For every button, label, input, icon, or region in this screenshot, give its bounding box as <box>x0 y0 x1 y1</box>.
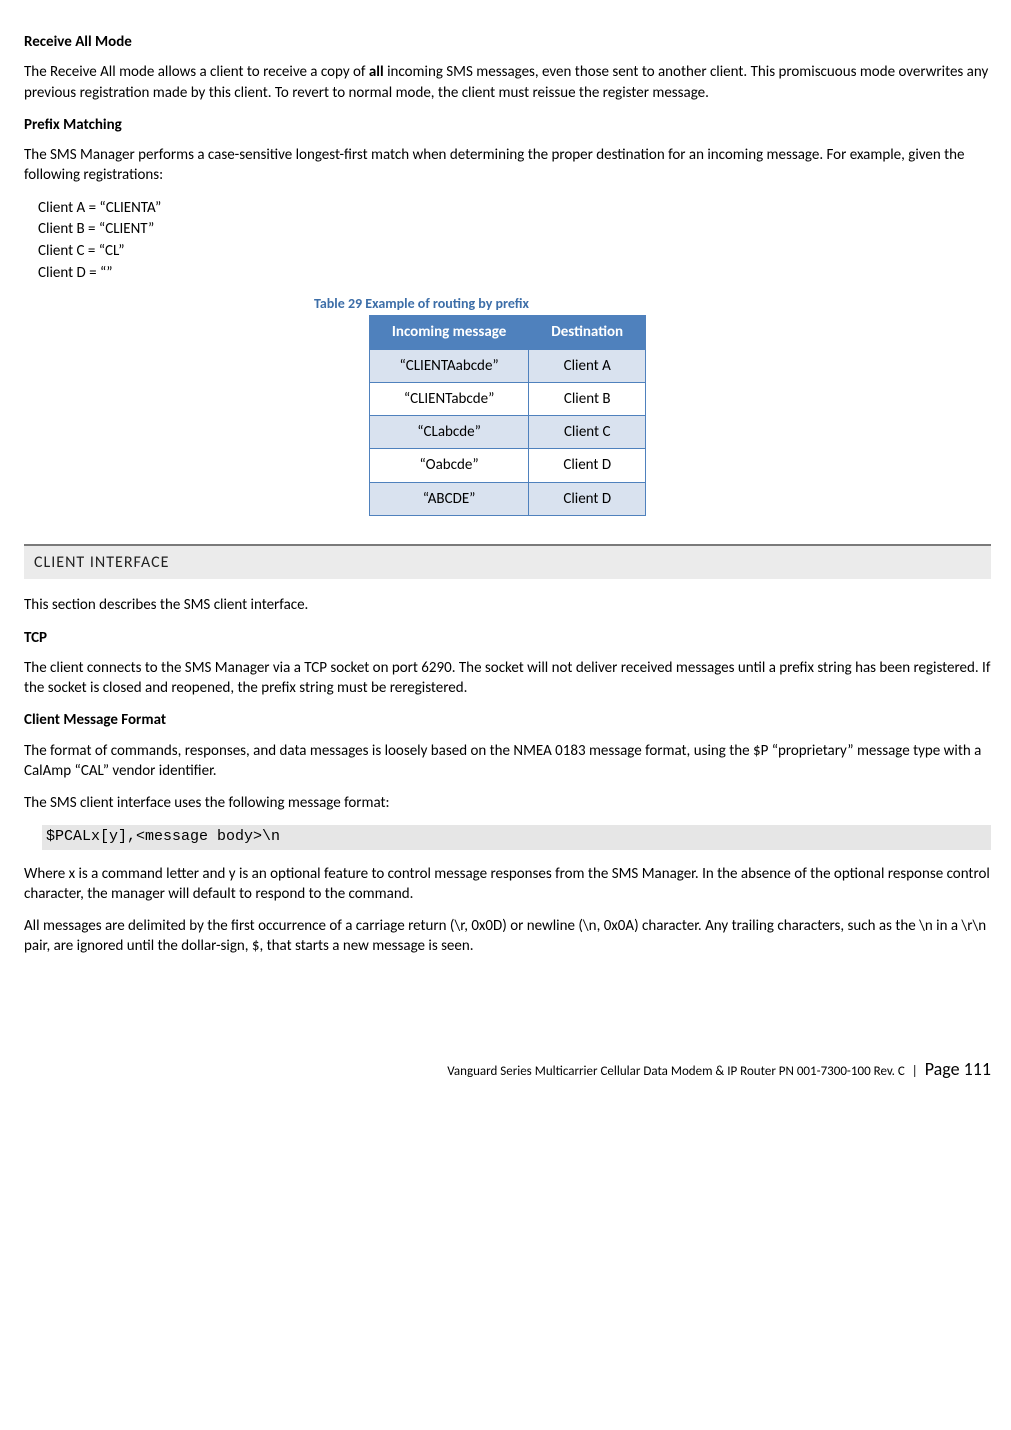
table-header-incoming: Incoming message <box>369 316 528 349</box>
section-heading-client-interface: CLIENT INTERFACE <box>24 544 991 580</box>
cell-destination: Client D <box>529 482 646 515</box>
heading-receive-all-mode: Receive All Mode <box>24 32 991 52</box>
cell-destination: Client D <box>529 449 646 482</box>
bold-all: all <box>369 63 384 81</box>
table-row: “ABCDE” Client D <box>369 482 645 515</box>
table-caption: Table 29 Example of routing by prefix <box>314 295 991 314</box>
cell-destination: Client A <box>529 349 646 382</box>
heading-client-message-format: Client Message Format <box>24 710 991 730</box>
routing-table: Incoming message Destination “CLIENTAabc… <box>369 315 646 516</box>
table-row: “CLabcde” Client C <box>369 416 645 449</box>
list-item: Client C = “CL” <box>38 241 991 263</box>
client-registration-list: Client A = “CLIENTA” Client B = “CLIENT”… <box>38 198 991 285</box>
cell-incoming: “CLIENTabcde” <box>369 382 528 415</box>
cell-incoming: “CLabcde” <box>369 416 528 449</box>
cell-destination: Client B <box>529 382 646 415</box>
table-header-destination: Destination <box>529 316 646 349</box>
table-row: “CLIENTabcde” Client B <box>369 382 645 415</box>
para-format-1: The format of commands, responses, and d… <box>24 741 991 782</box>
footer-product: Vanguard Series Multicarrier Cellular Da… <box>447 1064 905 1079</box>
cell-incoming: “CLIENTAabcde” <box>369 349 528 382</box>
heading-tcp: TCP <box>24 628 991 648</box>
cell-destination: Client C <box>529 416 646 449</box>
table-row: “Oabcde” Client D <box>369 449 645 482</box>
code-message-format: $PCALx[y],<message body>\n <box>42 825 991 849</box>
footer-separator: | <box>912 1064 918 1079</box>
page-footer: Vanguard Series Multicarrier Cellular Da… <box>24 1057 991 1081</box>
footer-page-number: Page 111 <box>925 1058 991 1080</box>
table-row: “CLIENTAabcde” Client A <box>369 349 645 382</box>
list-item: Client D = “” <box>38 263 991 285</box>
para-tcp: The client connects to the SMS Manager v… <box>24 658 991 699</box>
para-client-interface-intro: This section describes the SMS client in… <box>24 595 991 615</box>
table-header-row: Incoming message Destination <box>369 316 645 349</box>
heading-prefix-matching: Prefix Matching <box>24 115 991 135</box>
para-receive-all-mode: The Receive All mode allows a client to … <box>24 62 991 103</box>
para-format-3: Where x is a command letter and y is an … <box>24 864 991 905</box>
list-item: Client B = “CLIENT” <box>38 219 991 241</box>
cell-incoming: “Oabcde” <box>369 449 528 482</box>
para-prefix-matching: The SMS Manager performs a case-sensitiv… <box>24 145 991 186</box>
cell-incoming: “ABCDE” <box>369 482 528 515</box>
list-item: Client A = “CLIENTA” <box>38 198 991 220</box>
para-format-2: The SMS client interface uses the follow… <box>24 793 991 813</box>
para-format-4: All messages are delimited by the first … <box>24 916 991 957</box>
